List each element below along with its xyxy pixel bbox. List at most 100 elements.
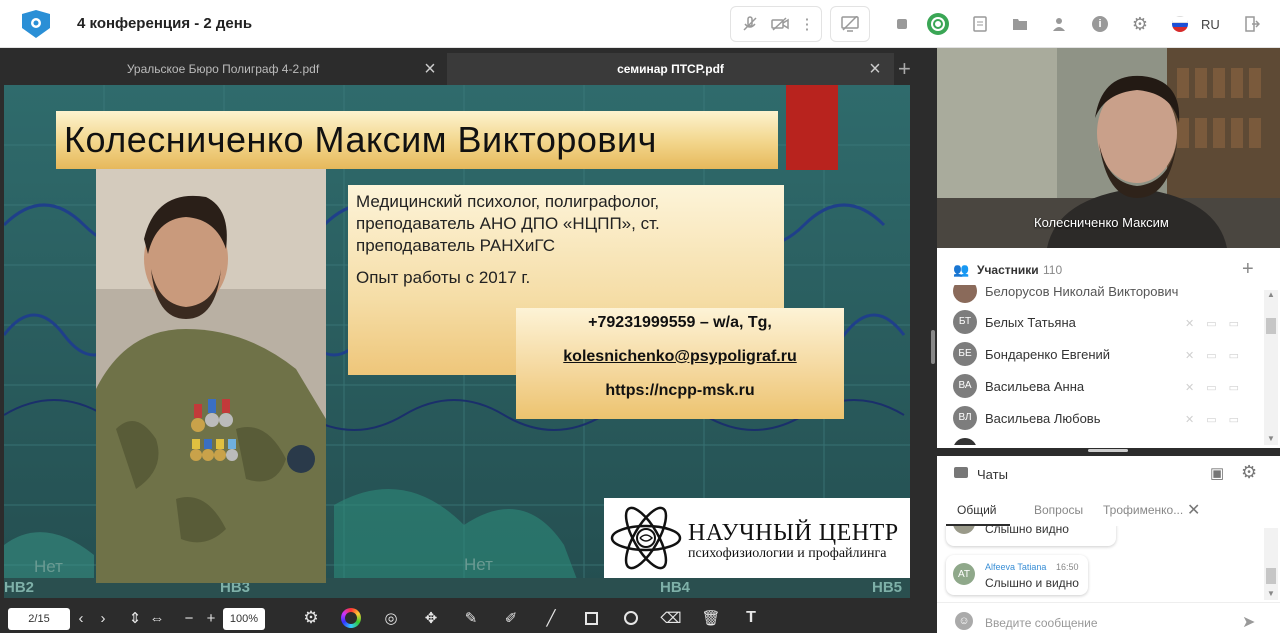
chat-scroll-thumb[interactable] [1266, 568, 1276, 584]
chat-tab-questions[interactable]: Вопросы [1034, 503, 1083, 517]
record-icon[interactable] [926, 12, 950, 36]
more-vertical-icon[interactable]: ⋮ [798, 12, 816, 36]
message-author: Alfeeva Tatiana [985, 562, 1047, 572]
message-text: Слышно и видно [985, 576, 1079, 590]
video-participant-name: Колесниченко Максим [1034, 215, 1169, 230]
avatar: БТ [953, 310, 977, 334]
participant-name[interactable]: Васильева Любовь [985, 411, 1101, 426]
pen-icon[interactable]: ✐ [500, 607, 522, 629]
rectangle-icon[interactable] [580, 607, 602, 629]
text-tool-icon[interactable]: T [740, 607, 762, 629]
participant-name[interactable]: Васильева Анна [985, 379, 1084, 394]
avatar: ВЛ [953, 406, 977, 430]
screen-share-off-icon[interactable] [838, 12, 862, 36]
bg-label: НВ5 [872, 579, 903, 596]
notes-icon[interactable] [968, 12, 992, 36]
email-link: kolesnichenko@psypoligraf.ru [563, 348, 797, 365]
chat-icon [954, 467, 968, 478]
chat-settings-alt-icon[interactable]: ▣ [1210, 464, 1230, 484]
color-picker-icon[interactable] [340, 607, 362, 629]
user-settings-icon[interactable] [1048, 12, 1072, 36]
gear-icon[interactable]: ⚙ [1241, 462, 1261, 482]
chevron-left-icon[interactable]: ‹ [70, 607, 92, 629]
desc-line: преподаватель РАНХиГС [356, 236, 556, 255]
bg-label: Нет [34, 557, 63, 576]
folder-icon[interactable] [1008, 12, 1032, 36]
divider-handle[interactable] [1088, 449, 1128, 452]
participant-name[interactable]: Бондаренко Евгений [985, 347, 1110, 362]
splitter-handle[interactable] [931, 330, 935, 364]
chevron-right-icon[interactable]: › [92, 607, 114, 629]
chat-title: Чаты [977, 467, 1008, 482]
conference-title: 4 конференция - 2 день [77, 15, 253, 32]
phone-text: +79231999559 – w/a, Tg, [588, 314, 772, 331]
line-icon[interactable]: ╱ [540, 607, 562, 629]
add-tab-icon[interactable]: + [898, 56, 911, 82]
chat-input[interactable]: Введите сообщение [985, 616, 1098, 630]
flag-ru-icon[interactable] [1168, 12, 1192, 36]
participant-controls-icon[interactable]: ✕▭▭ [1185, 413, 1251, 426]
camera-off-icon[interactable] [768, 12, 792, 36]
participant-name[interactable]: Белых Татьяна [985, 315, 1076, 330]
eraser-icon[interactable]: ⌫ [660, 607, 682, 629]
logo-subtitle: психофизиологии и профайлинга [688, 546, 887, 561]
doc-tab-0[interactable]: Уральское Бюро Полиграф 4-2.pdf [0, 53, 446, 85]
participant-name[interactable]: Белорусов Николай Викторович [985, 285, 1178, 299]
chat-messages: Слышно видно AT Alfeeva Tatiana 16:50 Сл… [937, 526, 1264, 602]
chat-tab-private[interactable]: Трофименко... [1103, 503, 1183, 517]
participant-controls-icon[interactable]: ✕▭▭ [1185, 349, 1251, 362]
stop-icon[interactable] [890, 12, 914, 36]
info-icon[interactable]: i [1088, 12, 1112, 36]
zoom-in-icon[interactable]: + [200, 607, 222, 629]
close-icon[interactable]: ✕ [1187, 500, 1200, 520]
scroll-down-icon[interactable]: ▼ [1267, 434, 1275, 443]
scroll-up-icon[interactable]: ▲ [1267, 290, 1275, 299]
avatar: AT [953, 563, 975, 585]
logo-title: НАУЧНЫЙ ЦЕНТР [688, 520, 899, 546]
participants-list: Белорусов Николай Викторович БТ Белых Та… [937, 285, 1264, 445]
move-icon[interactable]: ✥ [420, 607, 442, 629]
participants-scroll-thumb[interactable] [1266, 318, 1276, 334]
trash-icon[interactable]: 🗑 [700, 607, 722, 629]
close-icon[interactable]: × [419, 58, 441, 80]
avatar [953, 438, 977, 445]
avatar [953, 285, 977, 303]
avatar: БЕ [953, 342, 977, 366]
experience-text: Опыт работы с 2017 г. [356, 268, 531, 287]
participants-count: 110 [1043, 263, 1063, 277]
fit-height-icon[interactable]: ⇕ [124, 607, 146, 629]
brush-icon[interactable]: ✎ [460, 607, 482, 629]
page-number-input[interactable]: 2/15 [8, 608, 70, 630]
language-label[interactable]: RU [1201, 17, 1220, 32]
gear-icon[interactable]: ⚙ [1128, 12, 1152, 36]
participants-label: Участники [977, 263, 1039, 277]
speaker-name: Колесниченко Максим Викторович [56, 111, 778, 169]
add-participant-icon[interactable]: + [1242, 258, 1254, 281]
avatar: ВА [953, 374, 977, 398]
circle-icon[interactable] [620, 607, 642, 629]
zoom-input[interactable]: 100% [223, 608, 265, 630]
message-text: Слышно видно [985, 526, 1069, 536]
fit-width-icon[interactable]: ⇔ [146, 607, 168, 629]
contact-info: +79231999559 – w/a, Tg, kolesnichenko@ps… [516, 308, 844, 419]
gear-icon[interactable]: ⚙ [300, 607, 322, 629]
exit-icon[interactable] [1240, 12, 1264, 36]
participants-scrollbar[interactable] [1264, 290, 1278, 445]
send-icon[interactable]: ➤ [1242, 612, 1255, 632]
mic-off-icon[interactable] [738, 12, 762, 36]
app-logo[interactable] [18, 10, 54, 38]
scroll-down-icon[interactable]: ▼ [1267, 589, 1275, 598]
participant-controls-icon[interactable]: ✕▭▭ [1185, 381, 1251, 394]
presentation-slide: НВ2 НВ3 НВ4 НВ5 Нет Нет Колесниченко Мак… [4, 85, 910, 598]
zoom-out-icon[interactable]: − [178, 607, 200, 629]
atom-logo-icon [610, 506, 682, 570]
participant-controls-icon[interactable]: ✕▭▭ [1185, 317, 1251, 330]
pointer-icon[interactable]: ◎ [380, 607, 402, 629]
chat-tab-general[interactable]: Общий [957, 503, 997, 517]
ncpp-logo: НАУЧНЫЙ ЦЕНТР психофизиологии и профайли… [604, 498, 910, 578]
doc-tab-1[interactable]: семинар ПТСР.pdf [447, 53, 894, 85]
message-time: 16:50 [1056, 562, 1079, 572]
emoji-icon[interactable]: ☺ [955, 612, 973, 630]
close-icon[interactable]: × [864, 58, 886, 80]
doc-tab-label: семинар ПТСР.pdf [617, 62, 724, 76]
